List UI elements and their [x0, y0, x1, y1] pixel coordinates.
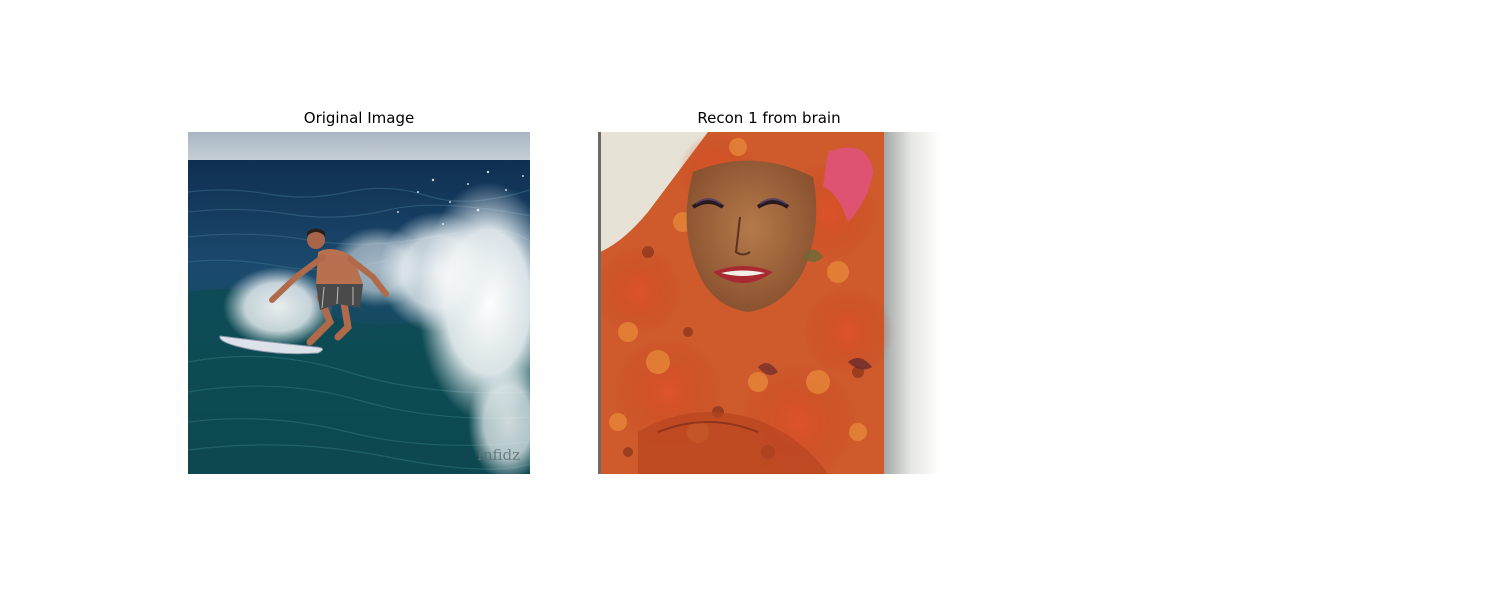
original-image-title: Original Image	[303, 109, 415, 127]
recon-image	[598, 132, 940, 474]
watermark-text: Infidz	[476, 446, 520, 464]
original-image-panel: Original Image Infidz	[188, 107, 530, 474]
recon-image-panel: Recon 1 from brain	[598, 107, 940, 474]
recon-image-title: Recon 1 from brain	[697, 109, 841, 127]
original-image: Infidz	[188, 132, 530, 474]
